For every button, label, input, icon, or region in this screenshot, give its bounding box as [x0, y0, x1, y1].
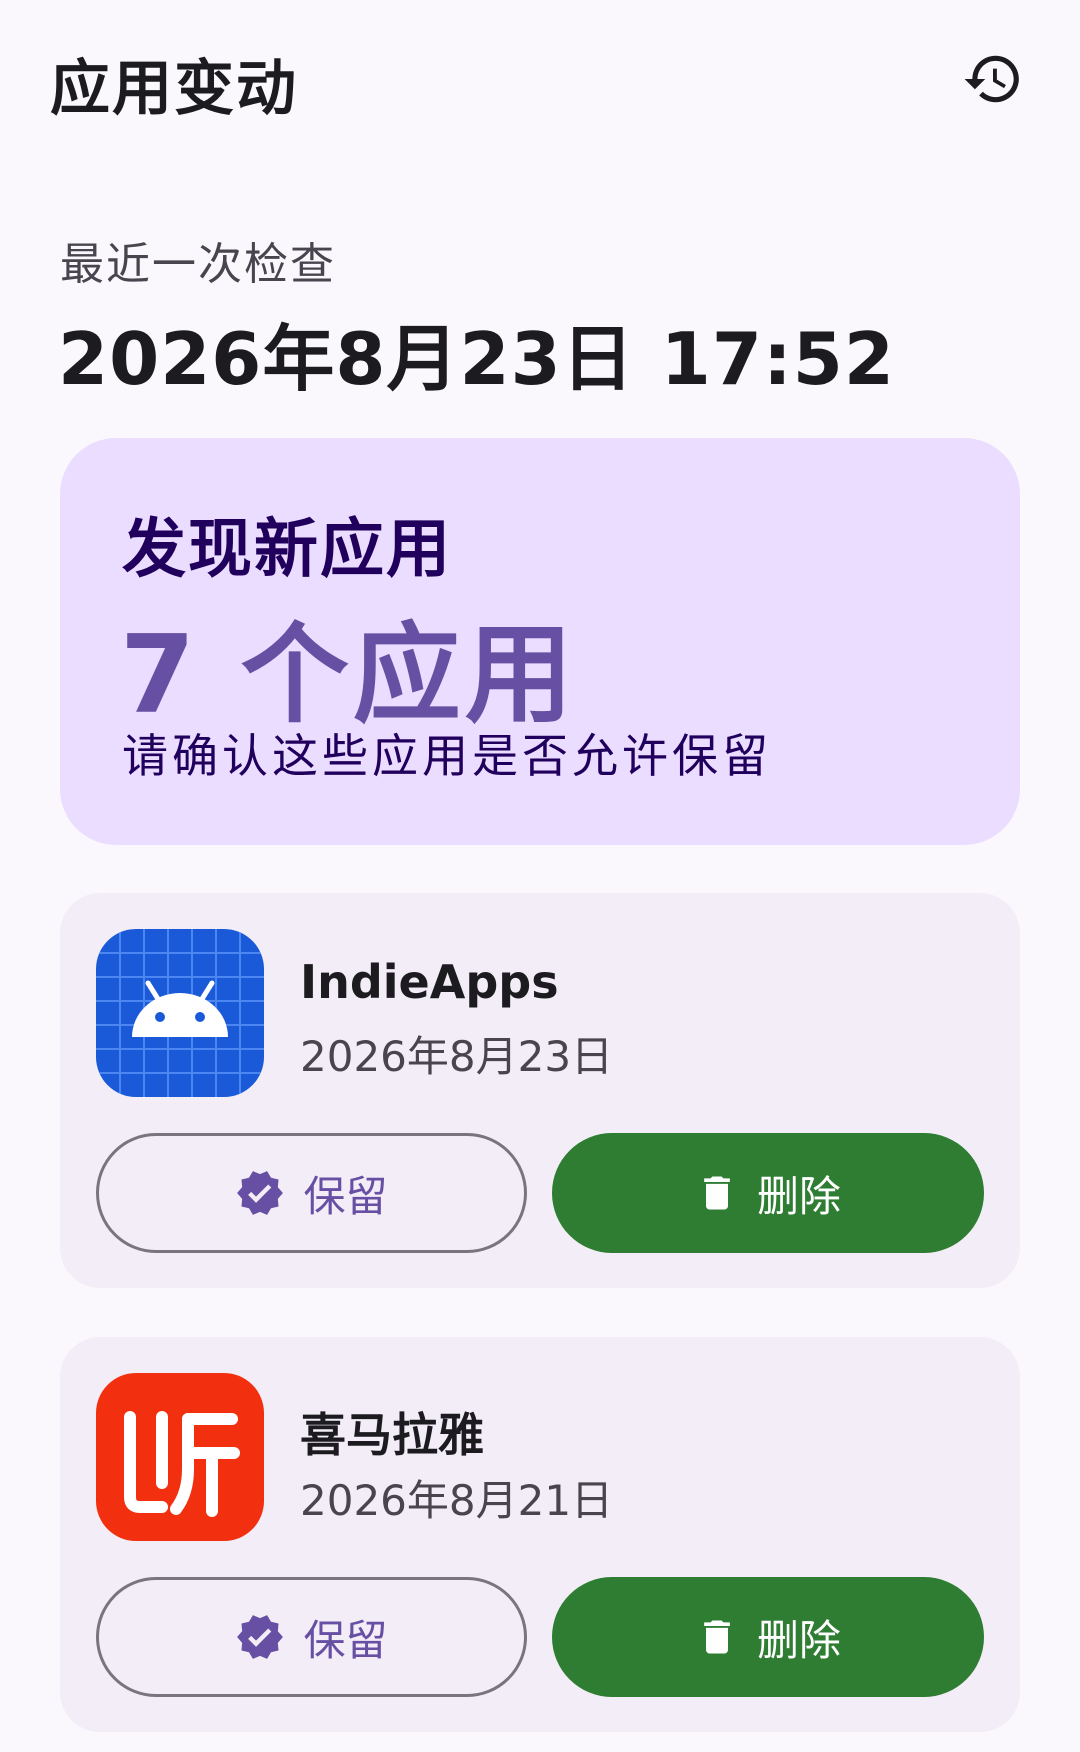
- app-install-date: 2026年8月23日: [300, 1032, 614, 1081]
- keep-label: 保留: [303, 1615, 388, 1665]
- ximalaya-icon: [96, 1373, 264, 1541]
- history-icon[interactable]: [960, 46, 1026, 112]
- last-check-label: 最近一次检查: [60, 239, 336, 290]
- app-bar: 应用变动: [0, 0, 1080, 160]
- summary-note: 请确认这些应用是否允许保留: [122, 729, 772, 783]
- app-name: 喜马拉雅: [300, 1408, 484, 1462]
- delete-button[interactable]: 删除: [552, 1133, 984, 1253]
- trash-icon: [695, 1169, 739, 1217]
- verified-icon: [235, 1612, 285, 1662]
- delete-label: 删除: [756, 1171, 841, 1221]
- delete-button[interactable]: 删除: [552, 1577, 984, 1697]
- app-card: 喜马拉雅 2026年8月21日 保留 删除: [60, 1337, 1020, 1732]
- app-name: IndieApps: [300, 955, 559, 1009]
- page-title: 应用变动: [50, 54, 298, 124]
- verified-icon: [235, 1168, 285, 1218]
- trash-icon: [695, 1613, 739, 1661]
- app-card: IndieApps 2026年8月23日 保留 删除: [60, 893, 1020, 1288]
- last-check-time: 2026年8月23日 17:52: [58, 317, 895, 401]
- keep-button[interactable]: 保留: [96, 1577, 527, 1697]
- android-icon: [96, 929, 264, 1097]
- new-apps-summary-card: 发现新应用 7 个应用 请确认这些应用是否允许保留: [60, 438, 1020, 845]
- keep-label: 保留: [303, 1171, 388, 1221]
- summary-heading: 发现新应用: [122, 513, 452, 587]
- app-install-date: 2026年8月21日: [300, 1476, 614, 1525]
- delete-label: 删除: [756, 1615, 841, 1665]
- keep-button[interactable]: 保留: [96, 1133, 527, 1253]
